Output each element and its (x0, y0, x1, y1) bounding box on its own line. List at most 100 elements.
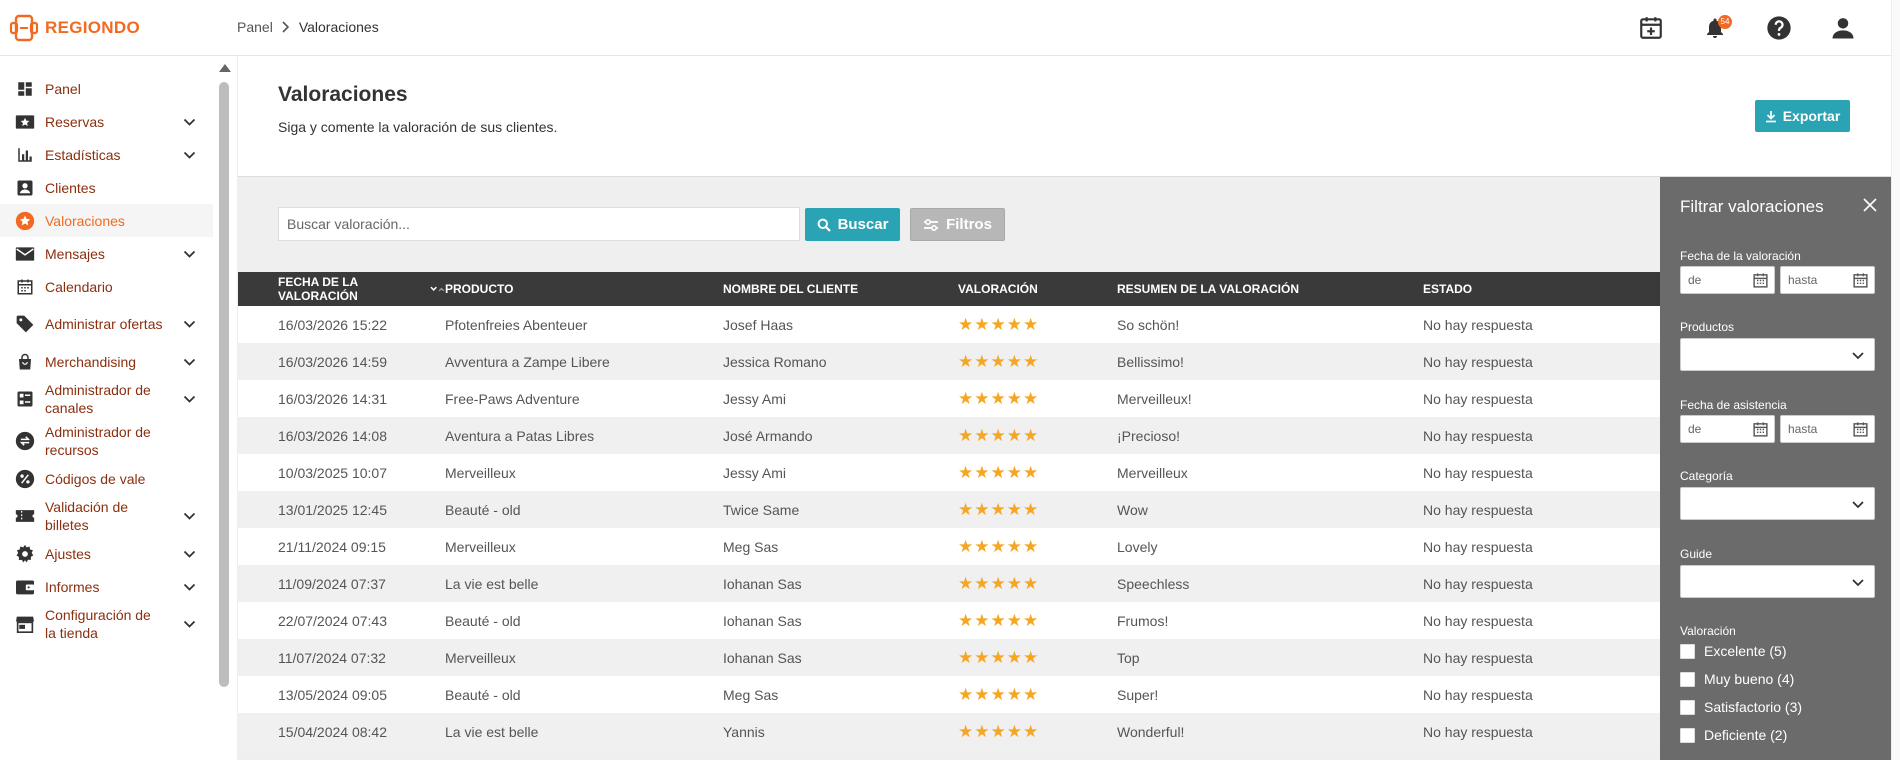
chevron-down-icon[interactable] (183, 546, 196, 562)
checkbox[interactable] (1680, 727, 1695, 743)
chevron-down-icon[interactable] (183, 316, 196, 332)
column-header-status[interactable]: Estado (1423, 282, 1661, 296)
chevron-down-icon[interactable] (183, 147, 196, 163)
sidebar-item-clientes[interactable]: Clientes (0, 171, 213, 204)
chevron-down-icon[interactable] (183, 579, 196, 595)
table-row[interactable]: 16/03/2026 15:22 Pfotenfreies Abenteuer Jo… (238, 306, 1661, 343)
breadcrumb: Panel Valoraciones (237, 19, 379, 35)
sidebar-item-códigos-de-vale[interactable]: Códigos de vale (0, 462, 213, 495)
sidebar-item-valoraciones[interactable]: Valoraciones (0, 204, 213, 237)
chevron-down-icon[interactable] (183, 616, 196, 632)
calendar-icon (1853, 422, 1868, 437)
rating-checkbox-satisfactory[interactable]: Satisfactorio (3) (1680, 699, 1802, 715)
sidebar-item-informes[interactable]: Informes (0, 570, 213, 603)
chevron-down-icon[interactable] (183, 114, 196, 130)
sidebar-item-administrar-ofertas[interactable]: Administrar ofertas (0, 303, 213, 345)
star-rating: ★ ★ ★ ★ ★ (958, 538, 1117, 555)
status-cell: No hay respuesta (1423, 501, 1533, 518)
breadcrumb-root[interactable]: Panel (237, 19, 273, 35)
sidebar-item-reservas[interactable]: Reservas (0, 105, 213, 138)
search-input[interactable] (278, 207, 800, 241)
help-button[interactable] (1762, 12, 1796, 44)
sidebar-item-mensajes[interactable]: Mensajes (0, 237, 213, 270)
review-date-to-input[interactable]: hasta (1780, 266, 1875, 294)
column-header-product[interactable]: Producto (445, 282, 723, 296)
category-select[interactable] (1680, 487, 1875, 520)
table-row[interactable]: 22/07/2024 07:43 Beauté - old Iohanan Sas ★… (238, 602, 1661, 639)
reviews-area: Buscar Filtros Fecha de la valoración (238, 176, 1900, 760)
star-icon: ★ (958, 352, 974, 371)
page-subtitle: Siga y comente la valoración de sus clie… (278, 119, 558, 135)
star-icon: ★ (958, 722, 974, 741)
date-from-placeholder: de (1688, 273, 1702, 287)
checkbox[interactable] (1680, 643, 1695, 659)
attendance-date-to-input[interactable]: hasta (1780, 415, 1875, 443)
star-rating: ★ ★ ★ ★ ★ (958, 649, 1117, 666)
sidebar-scrollbar[interactable] (216, 56, 232, 760)
filters-button[interactable]: Filtros (910, 208, 1005, 241)
table-row[interactable]: 13/01/2025 12:45 Beauté - old Twice Same ★ ★… (238, 491, 1661, 528)
star-rating: ★ ★ ★ ★ ★ (958, 686, 1117, 703)
resources-icon (14, 430, 36, 452)
sidebar-item-calendario[interactable]: Calendario (0, 270, 213, 303)
table-row[interactable]: 15/04/2024 08:42 La vie est belle Yannis ★ ★… (238, 713, 1661, 750)
table-row[interactable]: 11/07/2024 07:32 Merveilleux Iohanan Sas ★ ★… (238, 639, 1661, 676)
column-header-rating[interactable]: Valoración (958, 282, 1117, 296)
column-header-date[interactable]: Fecha de la valoración (238, 275, 445, 303)
review-summary-cell: Merveilleux (1117, 464, 1188, 481)
sidebar-item-merchandising[interactable]: Merchandising (0, 345, 213, 378)
channels-icon (14, 388, 36, 410)
sidebar-item-panel[interactable]: Panel (0, 72, 213, 105)
scroll-up-arrow-icon[interactable] (219, 64, 231, 72)
sidebar-item-configuración-de-la-tienda[interactable]: Configuración de la tienda (0, 603, 213, 645)
checkbox[interactable] (1680, 699, 1695, 715)
add-calendar-button[interactable] (1634, 12, 1668, 44)
table-row[interactable]: 16/03/2026 14:08 Aventura a Patas Libres J… (238, 417, 1661, 454)
page-scrollbar[interactable] (1891, 0, 1900, 760)
star-rating: ★ ★ ★ ★ ★ (958, 427, 1117, 444)
brand-logo[interactable]: REGIONDO (9, 14, 140, 42)
table-row[interactable]: 16/03/2026 14:59 Avventura a Zampe Libere… (238, 343, 1661, 380)
sidebar-scroll-thumb[interactable] (219, 82, 229, 687)
sidebar-item-administrador-de-canales[interactable]: Administrador de canales (0, 378, 213, 420)
date-to-placeholder: hasta (1788, 273, 1818, 287)
table-row[interactable]: 10/03/2025 10:07 Merveilleux Jessy Ami ★ ★ ★ ★… (238, 454, 1661, 491)
star-rating: ★ ★ ★ ★ ★ (958, 390, 1117, 407)
star-icon: ★ (974, 315, 990, 334)
checkbox[interactable] (1680, 671, 1695, 687)
sidebar-item-validación-de-billetes[interactable]: Validación de billetes (0, 495, 213, 537)
sidebar-item-estadísticas[interactable]: Estadísticas (0, 138, 213, 171)
sidebar-item-ajustes[interactable]: Ajustes (0, 537, 213, 570)
column-header-summary[interactable]: Resumen de la valoración (1117, 282, 1423, 296)
rating-checkbox-excellent[interactable]: Excelente (5) (1680, 643, 1786, 659)
review-date-from-input[interactable]: de (1680, 266, 1775, 294)
sidebar-item-label: Reservas (45, 113, 105, 130)
chevron-down-icon[interactable] (183, 508, 196, 524)
column-header-customer[interactable]: Nombre del cliente (723, 282, 958, 296)
user-menu-button[interactable] (1826, 12, 1860, 44)
search-button[interactable]: Buscar (805, 208, 900, 241)
chevron-down-icon[interactable] (183, 354, 196, 370)
date-from-placeholder: de (1688, 422, 1702, 436)
chevron-down-icon[interactable] (183, 246, 196, 262)
table-row[interactable]: 11/09/2024 07:37 La vie est belle Iohanan … (238, 565, 1661, 602)
rating-checkbox-poor[interactable]: Deficiente (2) (1680, 727, 1787, 743)
customer-name-cell: Jessy Ami (723, 464, 787, 481)
products-select[interactable] (1680, 338, 1875, 371)
sidebar-item-administrador-de-recursos[interactable]: Administrador de recursos (0, 420, 213, 462)
star-icon: ★ (990, 352, 1006, 371)
attendance-date-from-input[interactable]: de (1680, 415, 1775, 443)
notifications-button[interactable]: 54 (1698, 12, 1732, 44)
table-row[interactable]: 16/03/2026 14:31 Free-Paws Adventure Jessy… (238, 380, 1661, 417)
export-button[interactable]: Exportar (1755, 100, 1850, 132)
status-cell: No hay respuesta (1423, 538, 1533, 555)
star-circle-icon (14, 210, 36, 232)
rating-checkbox-very-good[interactable]: Muy bueno (4) (1680, 671, 1794, 687)
close-filter-button[interactable] (1858, 193, 1882, 217)
table-row[interactable]: 13/05/2024 09:05 Beauté - old Meg Sas ★ ★ ★ ★ ★… (238, 676, 1661, 713)
guide-select[interactable] (1680, 565, 1875, 598)
chevron-down-icon[interactable] (183, 391, 196, 407)
table-row[interactable]: 21/11/2024 09:15 Merveilleux Meg Sas ★ ★ ★ ★ ★ L… (238, 528, 1661, 565)
customer-name-cell: José Armando (723, 427, 813, 444)
status-cell: No hay respuesta (1423, 353, 1533, 370)
